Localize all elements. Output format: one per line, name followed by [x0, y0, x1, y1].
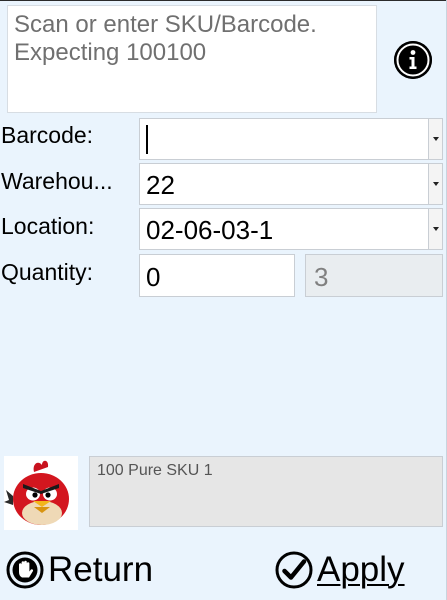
apply-button[interactable]: Apply	[274, 546, 405, 594]
window-top-border	[0, 0, 447, 1]
info-button[interactable]	[394, 41, 432, 79]
expected-quantity-value: 3	[314, 262, 329, 292]
location-dropdown-arrow-icon[interactable]	[428, 209, 442, 249]
warehouse-dropdown-arrow-icon[interactable]	[428, 164, 442, 204]
angry-bird-icon	[4, 456, 78, 530]
quantity-label: Quantity:	[1, 259, 94, 285]
warehouse-label: Warehou...	[1, 168, 113, 194]
checkmark-icon	[274, 550, 314, 590]
expected-quantity-field: 3	[305, 254, 443, 297]
barcode-dropdown-arrow-icon[interactable]	[428, 119, 442, 159]
return-button[interactable]: Return	[5, 546, 153, 594]
warehouse-value: 22	[146, 170, 175, 200]
warehouse-combobox[interactable]: 22	[139, 163, 443, 205]
product-description: 100 Pure SKU 1	[89, 456, 443, 527]
apply-label: Apply	[317, 550, 405, 589]
location-combobox[interactable]: 02-06-03-1	[139, 208, 443, 250]
quantity-value: 0	[146, 262, 161, 292]
text-cursor	[146, 125, 148, 154]
scan-prompt-box: Scan or enter SKU/Barcode. Expecting 100…	[7, 5, 377, 113]
barcode-combobox[interactable]	[139, 118, 443, 160]
stop-hand-icon	[5, 550, 45, 590]
quantity-input[interactable]: 0	[139, 254, 295, 297]
prompt-line-1: Scan or enter SKU/Barcode.	[14, 11, 317, 38]
location-label: Location:	[1, 213, 95, 239]
return-label: Return	[48, 550, 154, 589]
product-image	[4, 456, 78, 530]
location-value: 02-06-03-1	[146, 215, 274, 245]
barcode-label: Barcode:	[1, 122, 94, 148]
info-icon	[394, 41, 432, 79]
prompt-line-2: Expecting 100100	[14, 39, 207, 66]
